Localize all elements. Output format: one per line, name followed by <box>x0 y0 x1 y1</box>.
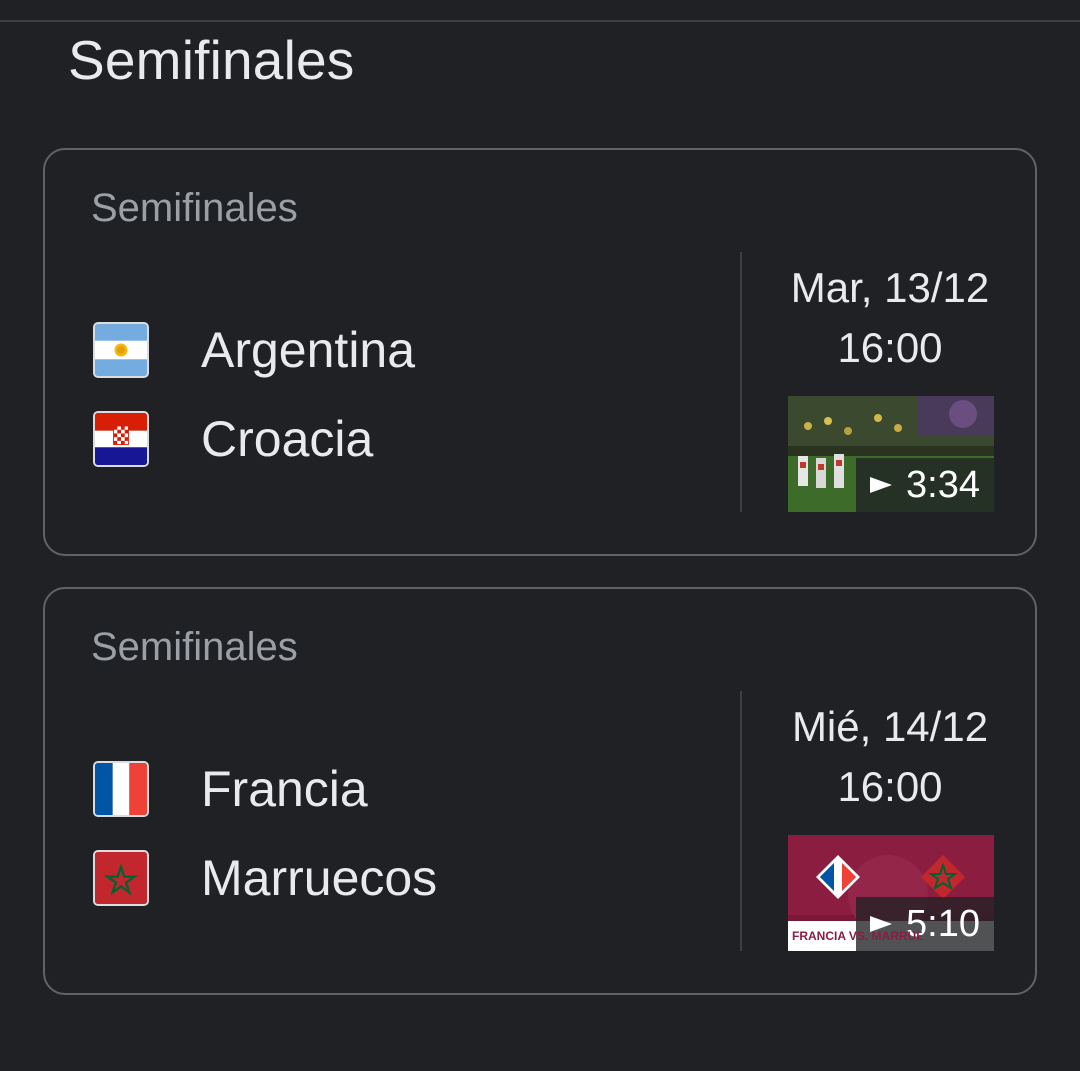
vertical-divider <box>740 691 742 951</box>
match-stage: Semifinales <box>91 625 298 669</box>
team-row-2: Croacia <box>93 409 373 469</box>
france-flag-icon <box>93 761 149 817</box>
morocco-flag-icon <box>93 850 149 906</box>
team-name: Francia <box>201 761 368 817</box>
team-row-1: Francia <box>93 759 368 819</box>
match-card-1[interactable]: Semifinales Argentina Croacia Mar, 13/12… <box>43 148 1037 556</box>
team-row-1: Argentina <box>93 320 415 380</box>
team-name: Argentina <box>201 322 416 378</box>
match-date: Mar, 13/12 <box>790 264 990 311</box>
video-thumbnail[interactable]: 3:34 <box>788 396 994 512</box>
argentina-flag-icon <box>93 322 149 378</box>
play-icon <box>870 477 893 493</box>
team-row-2: Marruecos <box>93 848 437 908</box>
match-stage: Semifinales <box>91 186 298 230</box>
match-card-2[interactable]: Semifinales Francia Marruecos Mié, 14/12… <box>43 587 1037 995</box>
video-thumbnail[interactable]: 5:10 FRANCIA VS. MARRUECOS <box>788 835 994 951</box>
section-title: Semifinales <box>68 29 355 91</box>
video-duration-badge: 3:34 <box>856 458 994 512</box>
croatia-flag-icon <box>93 411 149 467</box>
top-divider <box>0 20 1080 22</box>
match-date: Mié, 14/12 <box>791 703 989 750</box>
team-name: Croacia <box>201 411 374 467</box>
match-time: 16:00 <box>837 763 943 810</box>
vertical-divider <box>740 252 742 512</box>
video-duration: 3:34 <box>906 463 980 506</box>
thumbnail-overlay-text: FRANCIA VS. MARRUECOS <box>792 929 922 943</box>
team-name: Marruecos <box>201 850 438 906</box>
match-time: 16:00 <box>837 324 943 371</box>
